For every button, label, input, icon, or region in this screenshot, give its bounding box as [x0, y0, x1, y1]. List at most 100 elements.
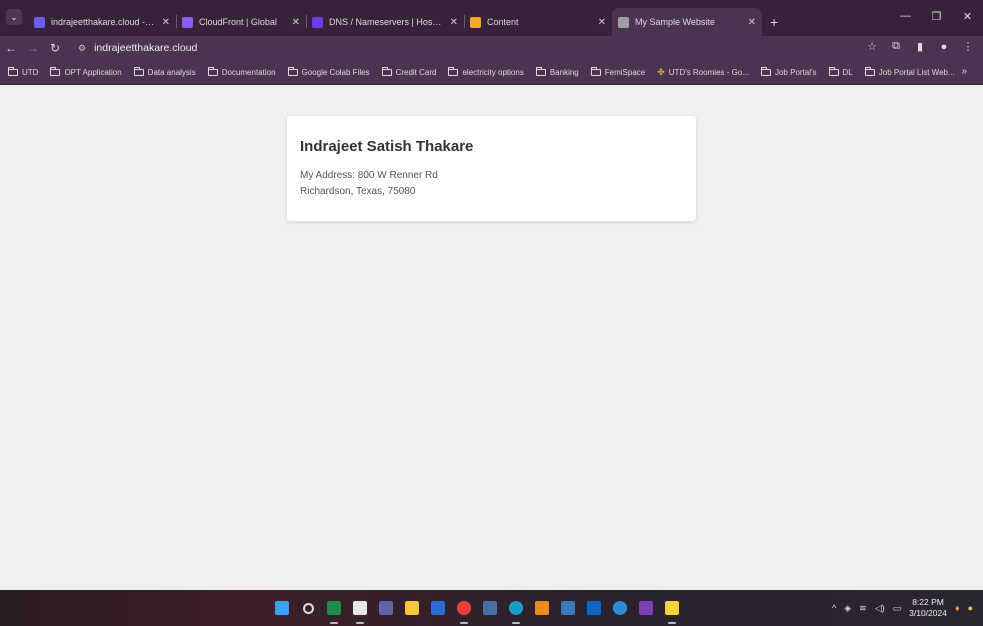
- calendar-icon[interactable]: [350, 598, 370, 624]
- back-button[interactable]: ←: [0, 41, 22, 55]
- page-title: Indrajeet Satish Thakare: [300, 138, 474, 155]
- volume-icon[interactable]: ◁): [875, 603, 885, 614]
- wifi-icon[interactable]: ≋: [859, 603, 867, 614]
- folder-icon: [864, 66, 875, 76]
- bookmark-item[interactable]: Documentation: [207, 66, 276, 77]
- bookmark-item[interactable]: electricity options: [448, 66, 524, 77]
- bookmark-label: Google Colab Files: [301, 67, 370, 77]
- bookmark-label: Credit Card: [395, 67, 437, 77]
- bookmark-label: Banking: [549, 67, 579, 77]
- address-text: indrajeetthakare.cloud: [94, 42, 198, 54]
- folder-icon: [8, 66, 18, 76]
- tab-1[interactable]: CloudFront | Global ✕: [176, 10, 307, 34]
- bookmark-item[interactable]: Google Colab Files: [287, 66, 370, 77]
- mail-icon-glyph: [483, 601, 497, 615]
- python-icon[interactable]: [558, 598, 578, 618]
- folder-icon: [535, 66, 546, 76]
- linkedin-icon[interactable]: [584, 598, 604, 618]
- tab-title: Content: [487, 17, 519, 27]
- bookmark-item[interactable]: Data analysis: [133, 66, 196, 77]
- network-icon[interactable]: ◈: [844, 603, 851, 614]
- bookmark-item[interactable]: FemiSpace: [590, 66, 646, 77]
- menu-icon[interactable]: ⋮: [959, 40, 977, 53]
- tab-favicon-icon: [312, 16, 323, 28]
- bookmark-label: Job Portal List Web...: [878, 67, 955, 77]
- search-icon[interactable]: [298, 598, 318, 618]
- teams-icon-glyph: [379, 601, 393, 615]
- python-icon-glyph: [561, 601, 575, 615]
- tab-2[interactable]: DNS / Nameservers | Hostinger ✕: [306, 10, 465, 34]
- site-info-icon[interactable]: ⚙: [78, 43, 86, 54]
- tab-title: CloudFront | Global: [199, 17, 277, 27]
- search-icon-glyph: [302, 602, 314, 614]
- battery-icon[interactable]: ▭: [893, 603, 902, 614]
- address-bar[interactable]: ⚙ indrajeetthakare.cloud: [78, 38, 868, 58]
- page-viewport: Indrajeet Satish Thakare My Address: 800…: [0, 85, 983, 590]
- bookmark-favicon-icon: ✤: [657, 66, 665, 77]
- bookmark-item[interactable]: Credit Card: [381, 66, 437, 77]
- bookmarks-overflow-button[interactable]: »: [961, 66, 967, 77]
- close-tab-icon[interactable]: ✕: [292, 17, 300, 28]
- tab-3[interactable]: Content ✕: [464, 10, 612, 34]
- close-tab-icon[interactable]: ✕: [598, 17, 606, 28]
- bookmark-label: Job Portal's: [774, 67, 817, 77]
- chrome-icon[interactable]: [454, 598, 474, 624]
- close-window-button[interactable]: ✕: [952, 10, 983, 23]
- side-panel-icon[interactable]: ▮: [911, 40, 929, 53]
- bookmark-star-icon[interactable]: ☆: [863, 40, 881, 53]
- bookmark-item[interactable]: DL: [828, 66, 853, 77]
- bookmark-item[interactable]: OPT Application: [50, 66, 122, 77]
- notification-bell-icon[interactable]: ♦: [955, 603, 960, 613]
- bookmark-item[interactable]: Job Portal List Web...: [864, 66, 955, 77]
- close-tab-icon[interactable]: ✕: [450, 17, 458, 28]
- taskbar-apps: [272, 598, 682, 624]
- excel-icon[interactable]: [324, 598, 344, 624]
- tab-favicon-icon: [618, 16, 629, 28]
- taskbar-clock[interactable]: 8:22 PM 3/10/2024: [909, 597, 947, 619]
- forward-button[interactable]: →: [22, 41, 44, 55]
- bookmark-item[interactable]: UTD: [8, 66, 39, 77]
- profile-avatar[interactable]: ●: [935, 41, 953, 53]
- close-tab-icon[interactable]: ✕: [748, 17, 756, 28]
- bookmarks-bar: UTD OPT Application Data analysis Documenta…: [0, 60, 983, 85]
- mail-icon[interactable]: [480, 598, 500, 618]
- show-hidden-icons-icon[interactable]: ^: [832, 603, 836, 613]
- file-explorer-icon[interactable]: [402, 598, 422, 618]
- bookmark-item[interactable]: Job Portal's: [760, 66, 817, 77]
- word-icon[interactable]: [428, 598, 448, 618]
- teams-icon[interactable]: [376, 598, 396, 618]
- new-tab-button[interactable]: +: [762, 14, 786, 36]
- browser-tab-strip: ⌄ indrajeetthakare.cloud - details✕Cloud…: [0, 0, 983, 36]
- sublime-icon[interactable]: [532, 598, 552, 618]
- sticky-notes-icon[interactable]: [662, 598, 682, 624]
- sticky-notes-icon-glyph: [665, 601, 679, 615]
- restore-button[interactable]: ❐: [921, 10, 952, 23]
- bookmark-label: electricity options: [462, 67, 524, 77]
- copilot-icon[interactable]: ●: [968, 603, 973, 613]
- tab-0[interactable]: indrajeetthakare.cloud - details ✕: [28, 10, 177, 34]
- onenote-icon[interactable]: [636, 598, 656, 618]
- folder-icon: [590, 66, 601, 76]
- window-controls: — ❐ ✕: [890, 10, 983, 23]
- clock-time: 8:22 PM: [912, 597, 944, 607]
- windows-start-icon[interactable]: [272, 598, 292, 618]
- folder-icon: [828, 66, 839, 76]
- bookmark-item[interactable]: Banking: [535, 66, 579, 77]
- file-explorer-icon-glyph: [405, 601, 419, 615]
- reload-button[interactable]: ↻: [44, 41, 66, 55]
- bookmark-label: FemiSpace: [604, 67, 646, 77]
- profile-card: Indrajeet Satish Thakare My Address: 800…: [287, 116, 696, 221]
- folder-icon: [381, 66, 392, 76]
- close-tab-icon[interactable]: ✕: [162, 17, 170, 28]
- folder-icon: [287, 66, 298, 76]
- minimize-button[interactable]: —: [890, 10, 921, 23]
- windows-taskbar: ^ ◈ ≋ ◁) ▭ 8:22 PM 3/10/2024 ♦ ●: [0, 590, 983, 626]
- bookmark-item[interactable]: ✤ UTD's Roomies - Go...: [657, 67, 749, 78]
- tab-4[interactable]: My Sample Website ✕: [612, 8, 762, 36]
- extensions-icon[interactable]: ⧉: [887, 40, 905, 53]
- media-icon[interactable]: [610, 598, 630, 618]
- bookmark-label: UTD: [22, 67, 39, 77]
- bookmark-label: Documentation: [221, 67, 276, 77]
- edge-icon[interactable]: [506, 598, 526, 624]
- tab-search-button[interactable]: ⌄: [6, 9, 22, 25]
